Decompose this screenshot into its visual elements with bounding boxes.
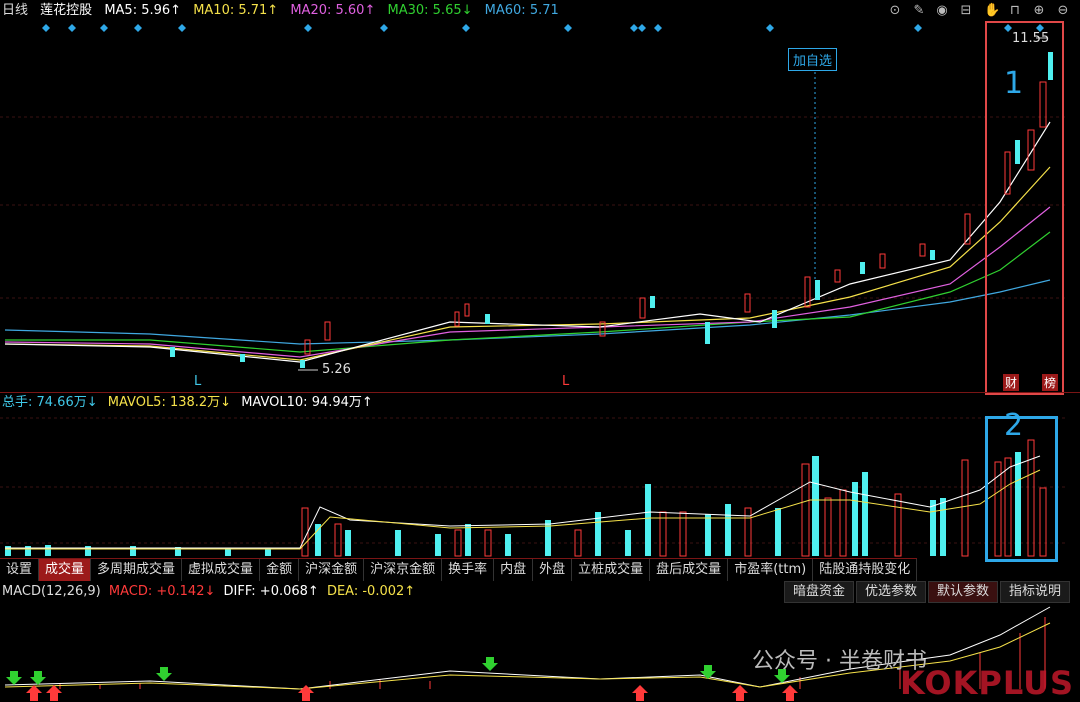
tab-northbound-holding[interactable]: 陆股通持股变化 [813,559,918,581]
brand-watermark: KOKPLUS [900,664,1075,702]
price-gridlines [0,116,1068,299]
tab-virtual-volume[interactable]: 虚拟成交量 [182,559,261,581]
eye-icon[interactable]: ◉ [934,3,950,19]
tab-pile-volume[interactable]: 立桩成交量 [572,559,651,581]
zoom-out-icon[interactable]: ⊖ [1055,3,1071,19]
highlight-number-2: 2 [1004,408,1024,443]
highlight-number-1: 1 [1004,66,1024,101]
pen-icon[interactable]: ✎ [911,3,927,19]
ma60-value: MA60: 5.71 [484,3,559,18]
target-icon[interactable]: ⊙ [887,3,903,19]
ma30-line [5,231,1051,353]
macd-header: MACD(12,26,9) MACD: +0.142↓ DIFF: +0.068… [0,583,415,601]
tab-settings[interactable]: 设置 [0,559,40,581]
candles-down [170,52,1053,368]
tab-sh-sz-bj-amount[interactable]: 沪深京金额 [364,559,443,581]
buy-arrows [26,685,798,701]
volume-header: 总手: 74.66万↓ MAVOL5: 138.2万↓ MAVOL10: 94.… [0,394,373,412]
l-marker-2: L [562,374,570,389]
l-marker-1: L [194,374,202,389]
diff-value: DIFF: +0.068↑ [223,584,319,599]
indicator-tabs: 设置 成交量 多周期成交量 虚拟成交量 金额 沪深金额 沪深京金额 换手率 内盘… [0,558,918,581]
add-watch-label[interactable]: 加自选 [788,48,838,71]
volume-bars-down [5,452,1021,556]
stock-name[interactable]: 莲花控股 [40,3,92,18]
dark-pool-button[interactable]: 暗盘资金 [783,581,854,603]
zoom-in-icon[interactable]: ⊕ [1031,3,1047,19]
ma30-value: MA30: 5.65↓ [387,3,473,18]
ma10-value: MA10: 5.71↑ [193,3,279,18]
mavol5-line [5,455,1041,549]
mavol10-line [5,469,1041,550]
panel-divider [0,392,1080,393]
volume-total: 总手: 74.66万↓ [2,395,98,410]
tab-turnover[interactable]: 换手率 [442,559,495,581]
tab-outer-volume[interactable]: 外盘 [533,559,573,581]
hand-icon[interactable]: ✋ [984,3,1000,19]
low-price-label: 5.26 [322,362,351,377]
candles-up [304,81,1047,355]
highlight-box-1 [985,21,1064,395]
period-label[interactable]: 日线 [2,3,28,18]
optimal-params-button[interactable]: 优选参数 [855,581,926,603]
macd-value: MACD: +0.142↓ [108,584,216,599]
ma60-line [4,279,1051,345]
lock-icon[interactable]: ⊓ [1007,3,1023,19]
ma10-line [4,166,1051,361]
volume-chart[interactable] [0,412,1068,558]
tab-after-hours-volume[interactable]: 盘后成交量 [650,559,729,581]
sell-arrows [6,657,790,685]
mavol5: MAVOL5: 138.2万↓ [107,395,232,410]
tab-multi-period-volume[interactable]: 多周期成交量 [91,559,183,581]
macd-buttons: 暗盘资金 优选参数 默认参数 指标说明 [782,581,1070,603]
event-markers [42,24,1044,32]
mavol10: MAVOL10: 94.94万↑ [241,395,373,410]
default-params-button[interactable]: 默认参数 [927,581,998,603]
candlestick-chart[interactable] [0,22,1080,392]
indicator-help-button[interactable]: 指标说明 [999,581,1070,603]
tab-volume[interactable]: 成交量 [39,559,92,581]
tab-sh-sz-amount[interactable]: 沪深金额 [299,559,365,581]
tab-pe-ttm[interactable]: 市盈率(ttm) [728,559,814,581]
tab-inner-volume[interactable]: 内盘 [494,559,534,581]
ma5-value: MA5: 5.96↑ [104,3,182,18]
basket-icon[interactable]: ⊟ [958,3,974,19]
macd-name[interactable]: MACD(12,26,9) [2,584,101,599]
dea-value: DEA: -0.002↑ [326,584,416,599]
ma20-value: MA20: 5.60↑ [290,3,376,18]
tab-amount[interactable]: 金额 [260,559,300,581]
